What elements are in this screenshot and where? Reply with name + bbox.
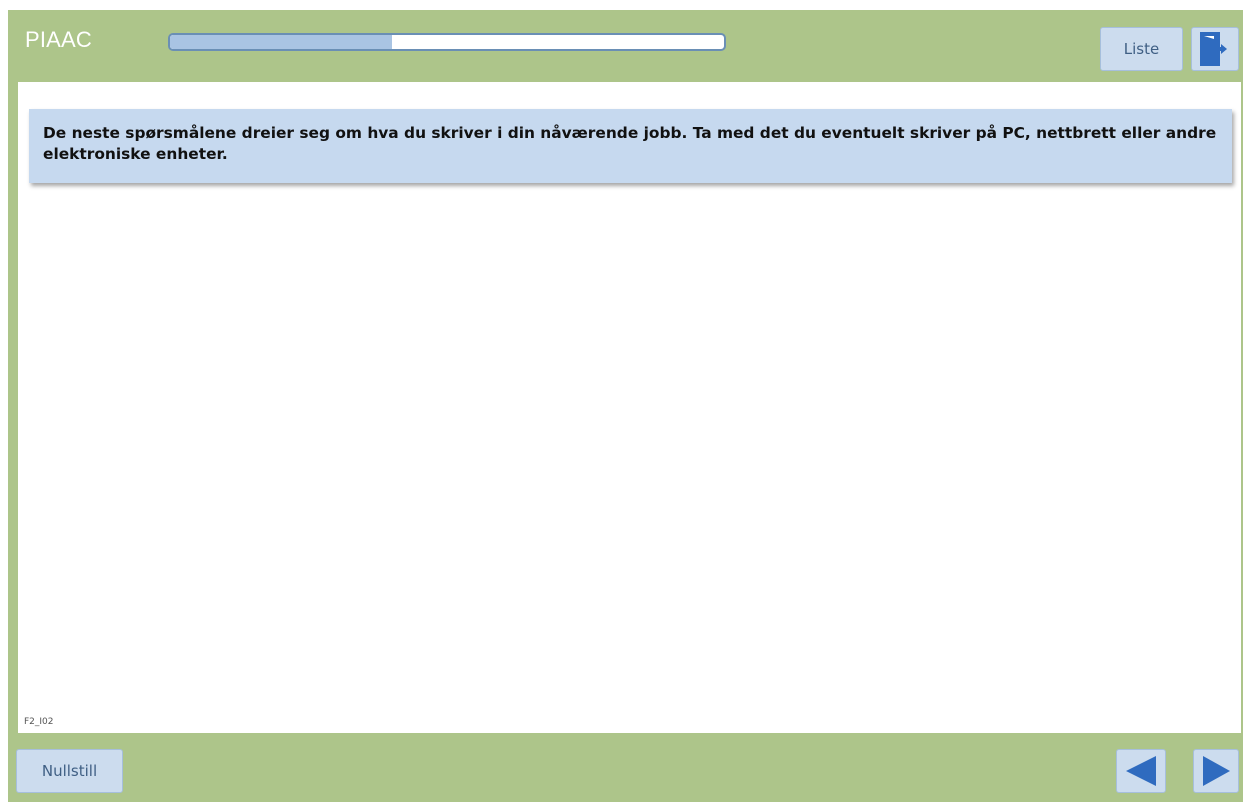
next-button[interactable] [1193,749,1239,793]
info-message: De neste spørsmålene dreier seg om hva d… [43,124,1217,163]
screen-id: F2_I02 [24,717,54,727]
previous-button[interactable] [1116,749,1166,793]
exit-button[interactable] [1191,27,1239,71]
progress-fill [170,35,392,49]
progress-bar [168,33,726,51]
exit-door-icon [1200,32,1227,66]
content-area: De neste spørsmålene dreier seg om hva d… [18,82,1241,733]
liste-button[interactable]: Liste [1100,27,1183,71]
reset-button[interactable]: Nullstill [16,749,123,793]
arrow-left-icon [1126,756,1156,786]
arrow-right-icon [1203,756,1230,786]
info-box: De neste spørsmålene dreier seg om hva d… [29,109,1232,183]
app-title: PIAAC [25,27,93,52]
